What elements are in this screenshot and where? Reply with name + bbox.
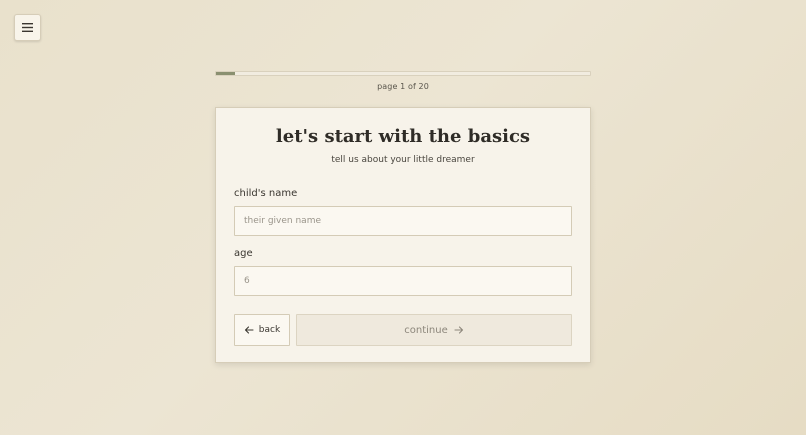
child-name-label: child's name (234, 188, 298, 199)
arrow-left-icon (244, 326, 254, 334)
continue-button[interactable]: continue (296, 314, 572, 346)
continue-button-label: continue (404, 324, 448, 336)
arrow-right-icon (454, 326, 464, 334)
back-button-label: back (258, 325, 281, 335)
progress-label: page 1 of 20 (377, 82, 429, 91)
form-actions: back continue (234, 314, 572, 346)
menu-button[interactable] (14, 14, 41, 41)
hamburger-menu-icon (22, 23, 33, 32)
child-name-input[interactable] (234, 206, 572, 236)
back-button[interactable]: back (234, 314, 290, 346)
form-subtitle: tell us about your little dreamer (331, 155, 475, 165)
progress-bar (215, 71, 591, 76)
progress-bar-fill (216, 72, 235, 75)
progress-section: page 1 of 20 (215, 71, 591, 91)
age-label: age (234, 248, 253, 259)
age-input[interactable] (234, 266, 572, 296)
form-card: let's start with the basics tell us abou… (215, 107, 591, 363)
form-title: let's start with the basics (275, 126, 531, 147)
